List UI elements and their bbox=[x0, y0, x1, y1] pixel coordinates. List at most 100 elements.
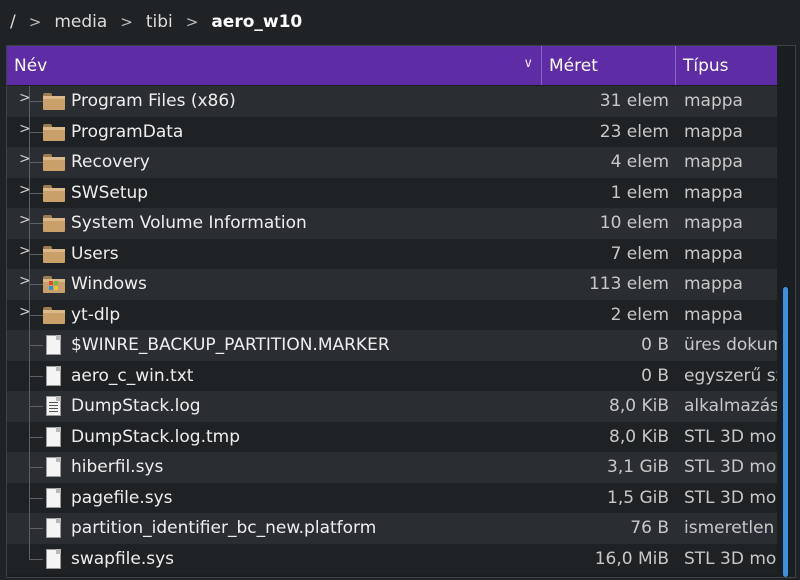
file-icon bbox=[43, 426, 65, 447]
tree-line: > bbox=[17, 269, 43, 300]
file-size: 16,0 MiB bbox=[594, 548, 669, 569]
breadcrumb-root[interactable]: / bbox=[10, 12, 16, 32]
tree-line bbox=[17, 452, 43, 483]
file-row[interactable]: > yt-dlp 2 elem mappa bbox=[7, 299, 777, 330]
file-row[interactable]: > Users 7 elem mappa bbox=[7, 238, 777, 269]
tree-line: > bbox=[17, 147, 43, 178]
file-type: STL 3D mo bbox=[684, 548, 777, 569]
expand-chevron-icon[interactable]: > bbox=[19, 273, 31, 289]
tree-line bbox=[17, 543, 43, 575]
expand-chevron-icon[interactable]: > bbox=[19, 182, 31, 198]
file-type: STL 3D mo bbox=[684, 426, 777, 447]
file-name: yt-dlp bbox=[71, 304, 121, 325]
column-header-size[interactable]: Méret bbox=[542, 46, 676, 85]
file-size: 0 B bbox=[641, 365, 669, 386]
folder-icon bbox=[43, 91, 65, 111]
file-name: SWSetup bbox=[71, 182, 149, 203]
file-name: Windows bbox=[71, 274, 147, 295]
column-header-type-label: Típus bbox=[683, 55, 729, 76]
tree-line: > bbox=[17, 208, 43, 239]
file-type: alkalmazás bbox=[684, 396, 777, 417]
file-row[interactable]: hiberfil.sys 3,1 GiB STL 3D mo bbox=[7, 452, 777, 483]
file-size: 23 elem bbox=[599, 121, 669, 142]
tree-line bbox=[17, 482, 43, 513]
file-size: 4 elem bbox=[610, 152, 669, 173]
file-list-view[interactable]: Név ∨ Méret Típus > Program Files (x86) 31… bbox=[6, 45, 796, 578]
file-row[interactable]: > Windows 113 elem mappa bbox=[7, 269, 777, 300]
expand-chevron-icon[interactable]: > bbox=[19, 304, 31, 320]
file-name: Users bbox=[71, 243, 119, 264]
file-size: 1,5 GiB bbox=[607, 487, 669, 508]
expand-chevron-icon[interactable]: > bbox=[19, 90, 31, 106]
file-row[interactable]: swapfile.sys 16,0 MiB STL 3D mo bbox=[7, 543, 777, 575]
file-size: 2 elem bbox=[610, 304, 669, 325]
file-name: ProgramData bbox=[71, 121, 184, 142]
file-name: hiberfil.sys bbox=[71, 457, 164, 478]
file-name: DumpStack.log bbox=[71, 396, 201, 417]
file-size: 31 elem bbox=[599, 91, 669, 112]
column-header-name-label: Név bbox=[14, 55, 48, 76]
file-size: 76 B bbox=[630, 518, 669, 539]
expand-chevron-icon[interactable]: > bbox=[19, 151, 31, 167]
folder-icon bbox=[43, 213, 65, 233]
file-row[interactable]: partition_identifier_bc_new.platform 76 B… bbox=[7, 513, 777, 544]
expand-chevron-icon[interactable]: > bbox=[19, 121, 31, 137]
windows-folder-icon bbox=[43, 274, 65, 294]
file-size: 8,0 KiB bbox=[609, 396, 669, 417]
file-size: 7 elem bbox=[610, 243, 669, 264]
tree-line: > bbox=[17, 86, 43, 117]
file-type: mappa bbox=[684, 182, 743, 203]
column-header-name[interactable]: Név ∨ bbox=[7, 46, 542, 85]
file-size: 3,1 GiB bbox=[607, 457, 669, 478]
file-type: mappa bbox=[684, 121, 743, 142]
column-header-size-label: Méret bbox=[549, 55, 598, 76]
file-name: Recovery bbox=[71, 152, 150, 173]
file-size: 113 elem bbox=[588, 274, 669, 295]
tree-line bbox=[17, 360, 43, 391]
file-name: pagefile.sys bbox=[71, 487, 173, 508]
file-name: aero_c_win.txt bbox=[71, 365, 194, 386]
file-row[interactable]: > SWSetup 1 elem mappa bbox=[7, 177, 777, 208]
file-name: partition_identifier_bc_new.platform bbox=[71, 518, 377, 539]
vertical-scrollbar[interactable] bbox=[783, 287, 788, 577]
tree-line: > bbox=[17, 116, 43, 147]
breadcrumb-media[interactable]: media bbox=[54, 12, 107, 32]
tree-line bbox=[17, 421, 43, 452]
expand-chevron-icon[interactable]: > bbox=[19, 212, 31, 228]
expand-chevron-icon[interactable]: > bbox=[19, 243, 31, 259]
file-row[interactable]: > Program Files (x86) 31 elem mappa bbox=[7, 86, 777, 117]
file-rows: > Program Files (x86) 31 elem mappa > Program… bbox=[7, 86, 777, 574]
file-icon bbox=[43, 335, 65, 355]
file-icon bbox=[43, 457, 65, 477]
chevron-right-icon: > bbox=[120, 13, 133, 31]
file-name: $WINRE_BACKUP_PARTITION.MARKER bbox=[71, 335, 390, 356]
file-row[interactable]: > ProgramData 23 elem mappa bbox=[7, 116, 777, 147]
breadcrumb-current[interactable]: aero_w10 bbox=[211, 12, 302, 32]
file-type: STL 3D mo bbox=[684, 457, 777, 478]
file-icon bbox=[43, 548, 65, 569]
column-header-type[interactable]: Típus bbox=[676, 46, 777, 85]
file-row[interactable]: pagefile.sys 1,5 GiB STL 3D mo bbox=[7, 482, 777, 513]
file-type: ismeretlen bbox=[684, 518, 775, 539]
file-name: DumpStack.log.tmp bbox=[71, 426, 241, 447]
tree-line bbox=[17, 330, 43, 361]
breadcrumb-tibi[interactable]: tibi bbox=[146, 12, 173, 32]
file-row[interactable]: DumpStack.log.tmp 8,0 KiB STL 3D mo bbox=[7, 421, 777, 452]
breadcrumb: / > media > tibi > aero_w10 bbox=[0, 0, 800, 44]
file-type: mappa bbox=[684, 152, 743, 173]
file-row[interactable]: aero_c_win.txt 0 B egyszerű sz bbox=[7, 360, 777, 391]
file-name: System Volume Information bbox=[71, 213, 307, 234]
chevron-down-icon[interactable]: ∨ bbox=[523, 56, 533, 71]
tree-line bbox=[17, 513, 43, 544]
chevron-right-icon: > bbox=[185, 13, 199, 31]
tree-line bbox=[17, 391, 43, 422]
tree-line: > bbox=[17, 299, 43, 330]
file-type: STL 3D mo bbox=[684, 487, 777, 508]
chevron-right-icon: > bbox=[28, 13, 42, 31]
file-row[interactable]: DumpStack.log 8,0 KiB alkalmazás bbox=[7, 391, 777, 422]
file-row[interactable]: $WINRE_BACKUP_PARTITION.MARKER 0 B üres do… bbox=[7, 330, 777, 361]
file-icon bbox=[43, 365, 65, 386]
file-row[interactable]: > Recovery 4 elem mappa bbox=[7, 147, 777, 178]
file-row[interactable]: > System Volume Information 10 elem mappa bbox=[7, 208, 777, 239]
file-type: mappa bbox=[684, 304, 743, 325]
